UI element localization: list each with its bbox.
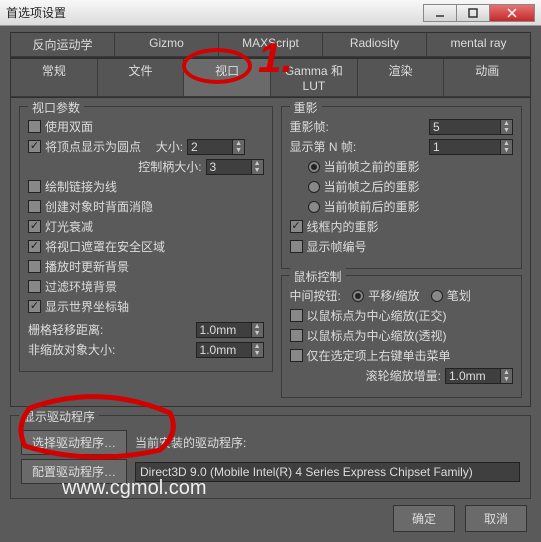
watermark: www.cgmol.com: [62, 477, 206, 500]
chk-filterbg[interactable]: [28, 280, 41, 293]
viewport-legend: 视口参数: [28, 99, 84, 116]
cancel-button[interactable]: 取消: [465, 505, 527, 532]
chk-masksafe[interactable]: [28, 240, 41, 253]
mouse-group: 鼠标控制 中间按钮: 平移/缩放 笔划 以鼠标点为中心缩放(正交) 以鼠标点为中…: [281, 275, 522, 398]
rad-after[interactable]: [308, 181, 320, 193]
chk-center-persp[interactable]: [290, 329, 303, 342]
maximize-button[interactable]: [456, 4, 490, 22]
window-title: 首选项设置: [6, 4, 66, 21]
tab-gizmo[interactable]: Gizmo: [115, 33, 219, 57]
spin-size[interactable]: ▲▼: [187, 139, 245, 155]
titlebar: 首选项设置: [0, 0, 541, 26]
close-button[interactable]: [489, 4, 535, 22]
chk-atten[interactable]: [28, 220, 41, 233]
rad-before[interactable]: [308, 161, 320, 173]
tab-maxscript[interactable]: MAXScript: [219, 33, 323, 57]
tab-radiosity[interactable]: Radiosity: [323, 33, 427, 57]
chk-wire[interactable]: [290, 220, 303, 233]
chk-center-ortho[interactable]: [290, 309, 303, 322]
window-buttons: [424, 4, 535, 22]
mouse-legend: 鼠标控制: [290, 268, 346, 285]
tab-anim[interactable]: 动画: [444, 59, 530, 97]
chk-backface[interactable]: [28, 200, 41, 213]
tab-mentalray[interactable]: mental ray: [427, 33, 530, 57]
replay-group: 重影 重影帧: ▲▼ 显示第 N 帧: ▲▼ 当前帧之前的重影 当前帧之后的重影…: [281, 106, 522, 269]
tab-gamma[interactable]: Gamma 和 LUT: [271, 59, 358, 97]
tab-ik[interactable]: 反向运动学: [11, 33, 115, 57]
rad-stroke[interactable]: [431, 290, 443, 302]
tab-row-1: 反向运动学 Gizmo MAXScript Radiosity mental r…: [10, 32, 531, 58]
footer: 确定 取消: [393, 505, 527, 532]
rad-pan[interactable]: [352, 290, 364, 302]
tab-general[interactable]: 常规: [11, 59, 98, 97]
driver-legend: 显示驱动程序: [19, 408, 99, 425]
minimize-button[interactable]: [423, 4, 457, 22]
tab-render[interactable]: 渲染: [358, 59, 445, 97]
tab-viewport[interactable]: 视口: [184, 59, 271, 97]
chk-rclick[interactable]: [290, 349, 303, 362]
spin-handle[interactable]: ▲▼: [206, 159, 264, 175]
spin-wheel[interactable]: ▲▼: [445, 368, 513, 384]
spin-nth[interactable]: ▲▼: [429, 139, 513, 155]
chk-worldaxis[interactable]: [28, 300, 41, 313]
rad-both[interactable]: [308, 201, 320, 213]
viewport-params-group: 视口参数 使用双面 将顶点显示为圆点 大小: ▲▼ 控制柄大小: ▲▼ 绘制链接…: [19, 106, 273, 372]
chk-vertdot[interactable]: [28, 140, 41, 153]
chk-drawlinks[interactable]: [28, 180, 41, 193]
select-driver-button[interactable]: 选择驱动程序…: [21, 430, 127, 455]
spin-grid[interactable]: ▲▼: [196, 322, 264, 338]
replay-legend: 重影: [290, 99, 322, 116]
spin-frames[interactable]: ▲▼: [429, 119, 513, 135]
installed-label: 当前安装的驱动程序:: [135, 434, 246, 451]
tab-row-2: 常规 文件 视口 Gamma 和 LUT 渲染 动画: [10, 58, 531, 98]
tab-file[interactable]: 文件: [98, 59, 185, 97]
spin-nonscale[interactable]: ▲▼: [196, 342, 264, 358]
chk-dual[interactable]: [28, 120, 41, 133]
chk-playbg[interactable]: [28, 260, 41, 273]
ok-button[interactable]: 确定: [393, 505, 455, 532]
chk-shownum[interactable]: [290, 240, 303, 253]
